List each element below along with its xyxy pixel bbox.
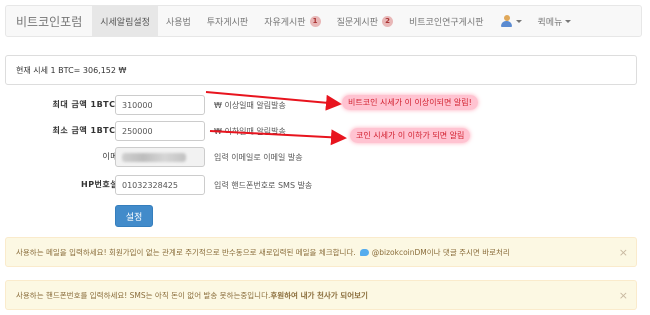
twitter-icon: [359, 248, 369, 256]
max-annotation-note: 비트코인 시세가 이 이상이되면 알림!: [342, 95, 478, 110]
arrow-max: [205, 91, 342, 111]
close-icon[interactable]: ×: [619, 246, 628, 259]
email-warning-alert: 사용하는 메일을 입력하세요! 회원가입이 없는 관계로 주기적으로 반수동으로…: [5, 237, 637, 267]
sms-warning-alert: 사용하는 핸드폰번호를 입력하세요! SMS는 아직 돈이 없어 발송 못하는중…: [5, 280, 637, 310]
twitter-handle-link[interactable]: @bizokcoinDM: [372, 248, 427, 257]
close-icon[interactable]: ×: [619, 289, 628, 302]
arrow-min: [209, 129, 347, 146]
alert-text-2: 이나 댓글 주시면 바로처리: [426, 247, 510, 257]
min-annotation-note: 코인 시세가 이 이하가 되면 알림: [350, 128, 471, 143]
donate-link[interactable]: 후원하여 내가 천사가 되어보기: [270, 290, 368, 301]
alert-text: 사용하는 핸드폰번호를 입력하세요! SMS는 아직 돈이 없어 발송 못하는중…: [16, 290, 271, 300]
annotation-arrows: [205, 91, 347, 146]
alert-text: 사용하는 메일을 입력하세요! 회원가입이 없는 관계로 주기적으로 반수동으로…: [16, 247, 356, 257]
